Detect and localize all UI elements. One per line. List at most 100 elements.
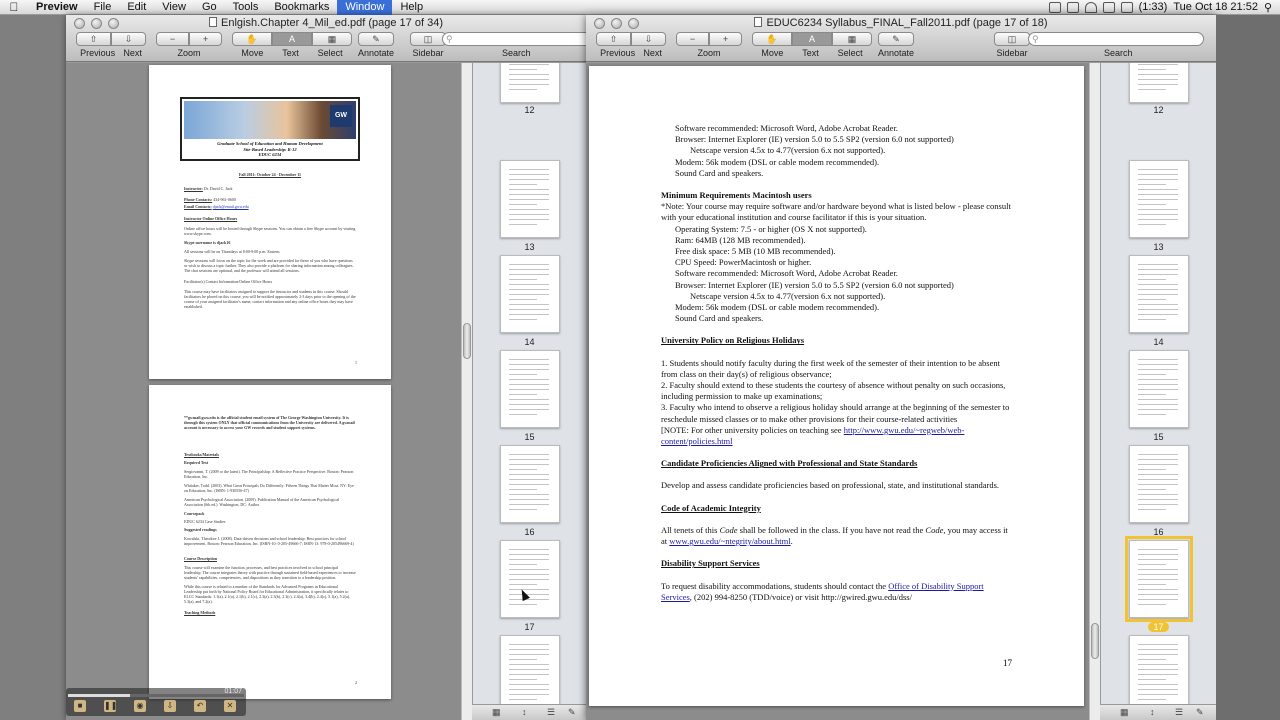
thumbnail-text-line (508, 364, 549, 365)
right-sidebar-bottom-bar: ▦ ↕ ☰ ✎ (1100, 704, 1216, 720)
hand-icon[interactable]: ✋ (752, 32, 792, 46)
zoom-in-button[interactable]: + (709, 32, 742, 46)
thumbnail-text-line (508, 314, 549, 315)
email-link[interactable]: djack@email.gwu.edu (213, 204, 249, 209)
page-thumbnail[interactable] (1124, 536, 1193, 622)
menu-tools[interactable]: Tools (225, 0, 267, 15)
volume-icon[interactable] (1102, 1, 1115, 13)
text-tool-icon[interactable]: A (272, 32, 312, 46)
integrity-link[interactable]: www.gwu.edu/~ntegrity/about.html (669, 536, 790, 546)
menu-go[interactable]: Go (194, 0, 225, 15)
list-view-icon[interactable]: ☰ (1175, 707, 1183, 718)
left-vertical-scrollbar[interactable] (461, 63, 472, 720)
right-document-pane[interactable]: Software recommended: Microsoft Word, Ad… (586, 63, 1100, 720)
hand-icon[interactable]: ✋ (232, 32, 272, 46)
menu-file[interactable]: File (86, 0, 120, 15)
annotate-icon[interactable]: ✎ (568, 707, 576, 718)
text-label: Text (802, 48, 819, 58)
page-thumbnail[interactable] (1128, 445, 1189, 523)
page-thumbnail[interactable] (499, 635, 560, 713)
menu-view[interactable]: View (154, 0, 194, 15)
video-progress-bar[interactable] (68, 694, 244, 697)
integrity-text-part: All tenets of this (661, 524, 720, 535)
select-tool-icon[interactable]: ▦ (312, 32, 352, 46)
page-thumbnail[interactable] (1128, 635, 1189, 713)
thumbnail-text-line (1137, 399, 1178, 400)
next-button[interactable]: ⇩ (631, 32, 666, 46)
thumbnail-text-line (508, 504, 549, 505)
annotate-button[interactable]: ✎ (878, 32, 914, 46)
zoom-out-button[interactable]: − (676, 32, 709, 46)
thumbnail-text-line (1137, 179, 1178, 180)
select-tool-icon[interactable]: ▦ (832, 32, 872, 46)
menu-window[interactable]: Window (337, 0, 393, 15)
thumbnail-text-line (508, 564, 537, 565)
download-icon[interactable]: ⇩ (164, 700, 176, 712)
status-icon[interactable] (1066, 1, 1079, 13)
annotate-icon[interactable]: ✎ (1196, 707, 1204, 718)
menu-help[interactable]: Help (392, 0, 431, 15)
thumbnail-text-line (1137, 89, 1166, 90)
page-thumbnail-label: 12 (1101, 105, 1216, 115)
page-thumbnail[interactable] (1128, 160, 1189, 238)
search-input[interactable]: ⚲ (1028, 32, 1204, 46)
next-button[interactable]: ⇩ (111, 32, 146, 46)
page-thumbnail-number: 14 (524, 337, 535, 347)
status-menus: (1:33) Tue Oct 18 21:52 ⚲ (1048, 1, 1280, 14)
page-thumbnail[interactable] (499, 350, 560, 428)
menu-bookmarks[interactable]: Bookmarks (266, 0, 337, 15)
thumbnail-text-line (508, 569, 549, 570)
left-document-pane[interactable]: GW Graduate School of Education and Huma… (66, 63, 472, 720)
annotate-button[interactable]: ✎ (358, 32, 394, 46)
sidebar-button[interactable]: ◫ (994, 32, 1030, 46)
stop-icon[interactable]: ■ (74, 700, 86, 712)
page-thumbnail[interactable] (499, 540, 560, 618)
wifi-icon[interactable] (1084, 1, 1097, 13)
right-vertical-scrollbar[interactable] (1089, 63, 1100, 720)
previous-button[interactable]: ⇧ (76, 32, 111, 46)
zoom-out-button[interactable]: − (156, 32, 189, 46)
page-thumbnail[interactable] (1128, 255, 1189, 333)
close-icon[interactable]: ✕ (224, 700, 236, 712)
thumbnail-text-line (508, 554, 549, 555)
thumbnail-text-line (1137, 304, 1178, 305)
clock[interactable]: Tue Oct 18 21:52 (1173, 1, 1258, 13)
search-input[interactable]: ⚲ (442, 32, 586, 46)
thumbnail-text-line (508, 309, 549, 310)
page-thumbnail[interactable] (1128, 63, 1189, 103)
email-label: Email Contacts: (184, 204, 212, 209)
page-thumbnail[interactable] (499, 445, 560, 523)
pause-icon[interactable]: ❚❚ (104, 700, 117, 712)
battery-icon[interactable] (1120, 1, 1133, 13)
page-thumbnail[interactable] (499, 255, 560, 333)
sidebar-button[interactable]: ◫ (410, 32, 446, 46)
list-view-icon[interactable]: ☰ (547, 707, 555, 718)
undo-icon[interactable]: ↶ (194, 700, 206, 712)
sort-icon[interactable]: ↕ (1150, 707, 1155, 717)
thumbnail-text-line (508, 689, 549, 690)
text-tool-icon[interactable]: A (792, 32, 832, 46)
status-icon[interactable] (1048, 1, 1061, 13)
page-thumbnail[interactable] (499, 160, 560, 238)
scroll-knob[interactable] (463, 323, 471, 359)
menu-edit[interactable]: Edit (119, 0, 154, 15)
thumbnail-text-line (508, 654, 549, 655)
page-thumbnail[interactable] (1128, 350, 1189, 428)
contact-block: Instructor: Dr. David C. Jack Phone Cont… (184, 186, 356, 309)
previous-button[interactable]: ⇧ (596, 32, 631, 46)
page-thumbnail[interactable] (499, 63, 560, 103)
tool-group: ✋ A ▦ Move Text Select (232, 32, 352, 58)
grid-view-icon[interactable]: ▦ (492, 707, 501, 718)
right-thumbnail-sidebar: 12131415161718 (1100, 63, 1216, 720)
sort-icon[interactable]: ↕ (522, 707, 527, 717)
zoom-in-button[interactable]: + (189, 32, 222, 46)
apple-icon[interactable]:  (0, 0, 28, 14)
menu-app-name[interactable]: Preview (28, 0, 86, 15)
thumbnail-text-line (1137, 464, 1178, 465)
coursepack-heading: Coursepack (184, 511, 205, 516)
prev-next-group: ⇧ ⇩ Previous Next (76, 32, 146, 58)
grid-view-icon[interactable]: ▦ (1120, 707, 1129, 718)
scroll-knob[interactable] (1091, 623, 1099, 659)
spotlight-icon[interactable]: ⚲ (1264, 1, 1272, 14)
record-icon[interactable]: ◉ (134, 700, 146, 712)
